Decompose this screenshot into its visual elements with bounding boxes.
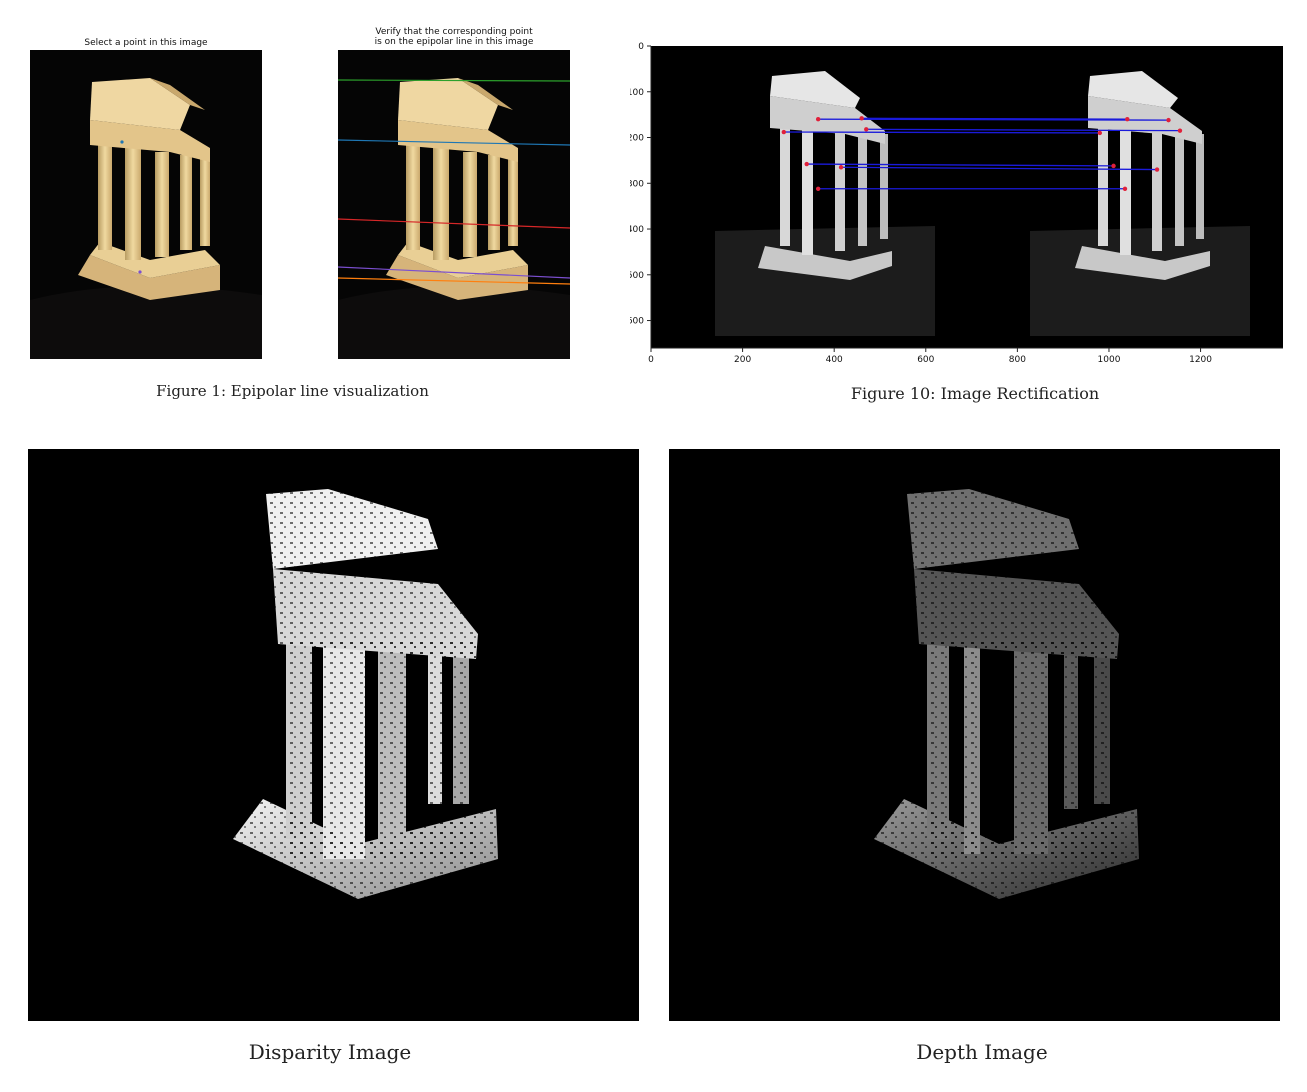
- y-tick-label: 400: [630, 225, 644, 235]
- x-tick-label: 200: [734, 355, 751, 365]
- y-tick-label: 100: [630, 88, 644, 98]
- match-point: [1166, 117, 1171, 123]
- y-tick-label: 200: [630, 134, 644, 144]
- match-line: [861, 117, 1128, 120]
- left-image-title: Select a point in this image: [84, 38, 208, 48]
- left-temple-photo[interactable]: [30, 50, 262, 359]
- match-point: [815, 117, 821, 122]
- figure-1-caption: Figure 1: Epipolar line visualization: [156, 382, 429, 400]
- x-tick-label: 0: [648, 355, 654, 365]
- figure-10-caption: Figure 10: Image Rectification: [850, 384, 1100, 403]
- match-point: [815, 186, 821, 191]
- y-tick-label: 500: [630, 271, 644, 281]
- right-temple-photo[interactable]: [338, 50, 570, 359]
- match-point: [864, 127, 869, 132]
- match-point: [781, 129, 787, 135]
- x-tick-label: 400: [826, 355, 843, 365]
- x-tick-label: 1000: [1098, 355, 1121, 365]
- match-line: [783, 131, 1100, 134]
- depth-caption: Depth Image: [916, 1040, 1048, 1064]
- disparity-image[interactable]: [28, 449, 639, 1021]
- y-tick-label: 600: [630, 317, 644, 327]
- x-tick-label: 600: [917, 355, 934, 365]
- match-point: [804, 161, 809, 167]
- depth-image[interactable]: [669, 449, 1280, 1021]
- match-point: [1154, 167, 1160, 172]
- match-point: [1125, 117, 1130, 122]
- right-image-title: Verify that the corresponding point is o…: [374, 27, 534, 47]
- disparity-caption: Disparity Image: [248, 1040, 412, 1064]
- match-point: [859, 116, 864, 121]
- x-tick-label: 800: [1009, 355, 1026, 365]
- match-point: [838, 165, 844, 170]
- match-point: [1177, 128, 1183, 133]
- match-point: [1111, 163, 1116, 169]
- rectification-plot: 0 200 400 600 800 1000 1200 0 100 200 300 400 500 600: [627, 36, 1295, 366]
- x-tick-label: 1200: [1189, 355, 1212, 365]
- y-tick-label: 0: [638, 42, 644, 52]
- y-tick-label: 300: [630, 179, 644, 189]
- match-point: [1122, 186, 1128, 191]
- match-point: [1097, 130, 1103, 136]
